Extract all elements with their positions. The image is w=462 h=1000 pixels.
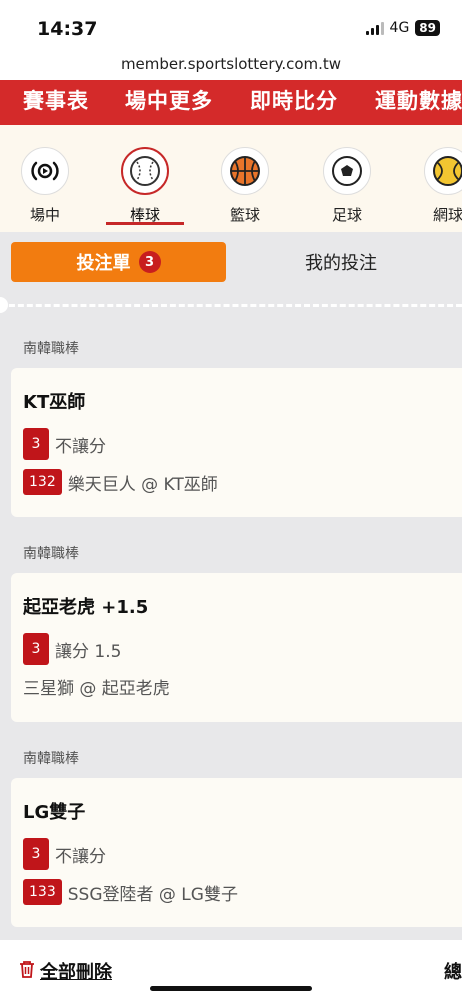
sport-label: 場中 — [29, 206, 60, 224]
live-play-icon — [21, 147, 69, 195]
bet-title: 起亞老虎 +1.5 — [23, 597, 149, 618]
sport-label: 網球 — [432, 206, 462, 224]
delete-all-label: 全部刪除 — [40, 962, 112, 983]
dashed-divider — [0, 304, 462, 307]
nav-live-score[interactable]: 即時比分 — [250, 85, 338, 115]
bet-slip-panel: 投注單 3 我的投注 南韓職棒 KT巫師 3 不讓分 132 樂天巨人 @ KT… — [0, 232, 462, 1000]
sport-tennis[interactable]: 網球 — [418, 147, 462, 225]
bet-count-badge: 3 — [138, 251, 161, 273]
status-time: 14:37 — [37, 18, 98, 40]
bet-line: 3 讓分 1.5 — [23, 633, 121, 665]
bet-card[interactable]: KT巫師 3 不讓分 132 樂天巨人 @ KT巫師 — [11, 368, 462, 517]
battery-icon: 89 — [415, 20, 440, 36]
bet-type: 不讓分 — [55, 436, 106, 457]
odds-badge: 3 — [23, 633, 49, 665]
tennis-ball-icon — [424, 147, 462, 195]
baseball-icon — [121, 147, 169, 195]
nav-schedule[interactable]: 賽事表 — [23, 85, 89, 115]
sport-selector: 場中 棒球 籃球 足球 網球 — [0, 125, 462, 232]
sport-live[interactable]: 場中 — [15, 147, 75, 225]
home-indicator — [150, 986, 312, 991]
delete-all-button[interactable]: 全部刪除 — [18, 958, 112, 984]
sport-label: 足球 — [331, 206, 362, 224]
trash-icon — [18, 959, 36, 984]
tab-bet-slip[interactable]: 投注單 3 — [11, 242, 226, 282]
sport-basketball[interactable]: 籃球 — [215, 147, 275, 225]
match-teams: SSG登陸者 @ LG雙子 — [67, 884, 238, 905]
bet-type: 讓分 1.5 — [55, 641, 122, 662]
match-teams: 三星獅 @ 起亞老虎 — [23, 679, 170, 699]
league-label: 南韓職棒 — [23, 546, 79, 562]
match-line: 132 樂天巨人 @ KT巫師 — [23, 469, 218, 495]
match-teams: 樂天巨人 @ KT巫師 — [67, 474, 218, 495]
signal-icon — [365, 21, 384, 35]
basketball-icon — [221, 147, 269, 195]
league-label: 南韓職棒 — [23, 341, 79, 357]
match-code-badge: 132 — [23, 469, 62, 495]
status-indicators: 4G 89 — [365, 20, 440, 36]
bet-type: 不讓分 — [55, 846, 106, 867]
match-code-badge: 133 — [23, 879, 62, 905]
url-bar[interactable]: member.sportslottery.com.tw — [0, 50, 462, 80]
soccer-ball-icon — [323, 147, 371, 195]
nav-sports-data[interactable]: 運動數據 — [375, 85, 462, 115]
sport-soccer[interactable]: 足球 — [317, 147, 377, 225]
bet-slip-footer: 全部刪除 總 — [0, 940, 462, 1000]
nav-live-more[interactable]: 場中更多 — [125, 85, 213, 115]
bet-title: KT巫師 — [23, 392, 86, 413]
status-bar: 14:37 4G 89 — [0, 0, 462, 50]
match-line: 三星獅 @ 起亞老虎 — [23, 674, 170, 699]
league-label: 南韓職棒 — [23, 751, 79, 767]
top-nav: 賽事表 場中更多 即時比分 運動數據 — [0, 80, 462, 125]
bet-line: 3 不讓分 — [23, 428, 106, 460]
bet-tabs: 投注單 3 我的投注 — [11, 242, 462, 282]
bet-card[interactable]: 起亞老虎 +1.5 3 讓分 1.5 三星獅 @ 起亞老虎 — [11, 573, 462, 722]
sport-baseball[interactable]: 棒球 — [115, 147, 175, 225]
match-line: 133 SSG登陸者 @ LG雙子 — [23, 879, 238, 905]
bet-card[interactable]: LG雙子 3 不讓分 133 SSG登陸者 @ LG雙子 — [11, 778, 462, 927]
network-type: 4G — [389, 20, 410, 36]
odds-badge: 3 — [23, 428, 49, 460]
tab-my-bets[interactable]: 我的投注 — [261, 242, 421, 282]
tab-bet-slip-label: 投注單 — [76, 253, 131, 274]
total-label: 總 — [444, 962, 462, 983]
bet-line: 3 不讓分 — [23, 838, 106, 870]
active-sport-indicator — [106, 222, 184, 225]
sport-label: 籃球 — [229, 206, 260, 224]
odds-badge: 3 — [23, 838, 49, 870]
bet-title: LG雙子 — [23, 802, 86, 823]
